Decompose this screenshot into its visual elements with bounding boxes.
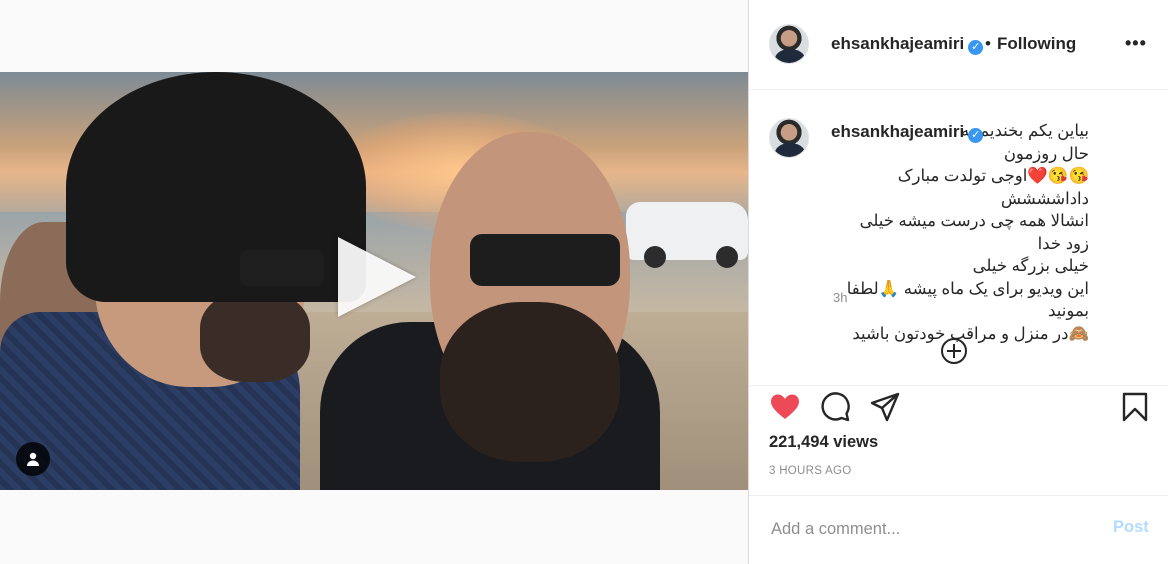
avatar-body bbox=[775, 143, 805, 157]
share-icon[interactable] bbox=[869, 391, 901, 423]
verified-badge-icon: ✓ bbox=[968, 128, 984, 143]
user-tag-glyph bbox=[27, 452, 39, 466]
caption-line: 😘😘❤️اوجی تولدت مبارک داداشششش bbox=[897, 167, 1089, 208]
post-header: ehsankhajeamiri ✓ • Following ••• bbox=[749, 0, 1168, 90]
username-link[interactable]: ehsankhajeamiri bbox=[831, 34, 964, 53]
more-icon[interactable]: ••• bbox=[1125, 33, 1147, 54]
person-right-beard bbox=[440, 302, 620, 462]
person-right-sunglasses bbox=[470, 234, 620, 286]
post-timestamp[interactable]: 3 HOURS AGO bbox=[769, 465, 852, 477]
caption-line: 🙈در منزل و مراقب خودتون باشید bbox=[852, 324, 1089, 343]
following-button[interactable]: Following bbox=[997, 34, 1076, 53]
author-username-header[interactable]: ehsankhajeamiri ✓ bbox=[831, 34, 984, 55]
bookmark-icon[interactable] bbox=[1119, 391, 1151, 423]
person-left bbox=[0, 72, 366, 490]
caption-line: خیلی بزرگه خیلی bbox=[972, 257, 1089, 275]
avatar-body bbox=[775, 49, 805, 63]
plus-circle-icon[interactable] bbox=[941, 338, 967, 364]
caption-line: انشالا همه چی درست میشه خیلی زود خدا bbox=[859, 212, 1089, 253]
post-side-panel: ehsankhajeamiri ✓ • Following ••• بیاین یک… bbox=[748, 0, 1168, 564]
caption-timestamp[interactable]: 3h bbox=[833, 290, 847, 305]
caption-line: این ویدیو برای یک ماه پیشه 🙏لطفا بمونید bbox=[846, 279, 1089, 321]
caption-author-username[interactable]: ehsankhajeamiri ✓ bbox=[831, 122, 984, 143]
person-left-beard bbox=[200, 292, 310, 382]
caption-text: بیاین یکم بخندیم به حال روزمون 😘😘❤️اوجی … bbox=[833, 120, 1089, 345]
person-left-sunglasses bbox=[240, 250, 324, 286]
username-link[interactable]: ehsankhajeamiri bbox=[831, 122, 964, 141]
verified-badge-icon: ✓ bbox=[968, 40, 984, 55]
separator-dot: • bbox=[985, 34, 991, 53]
post-actions: 221,494 views 3 HOURS AGO bbox=[749, 385, 1168, 496]
car-wheel bbox=[716, 246, 738, 268]
comment-icon[interactable] bbox=[819, 391, 851, 423]
post-comment-button[interactable]: Post bbox=[1113, 518, 1149, 537]
caption-line: حال روزمون bbox=[1003, 144, 1089, 163]
author-avatar[interactable] bbox=[769, 24, 809, 64]
user-tag-icon[interactable] bbox=[16, 442, 50, 476]
heart-icon[interactable] bbox=[769, 391, 801, 423]
caption-section: بیاین یکم بخندیم به حال روزمون 😘😘❤️اوجی … bbox=[749, 90, 1168, 386]
view-count[interactable]: 221,494 views bbox=[769, 433, 878, 452]
comment-input[interactable] bbox=[769, 516, 1093, 542]
play-icon[interactable] bbox=[338, 237, 416, 317]
follow-status[interactable]: • Following bbox=[985, 34, 1076, 54]
post-video[interactable] bbox=[0, 72, 748, 490]
comment-bar: Post bbox=[749, 496, 1168, 564]
caption-author-avatar[interactable] bbox=[769, 118, 809, 158]
